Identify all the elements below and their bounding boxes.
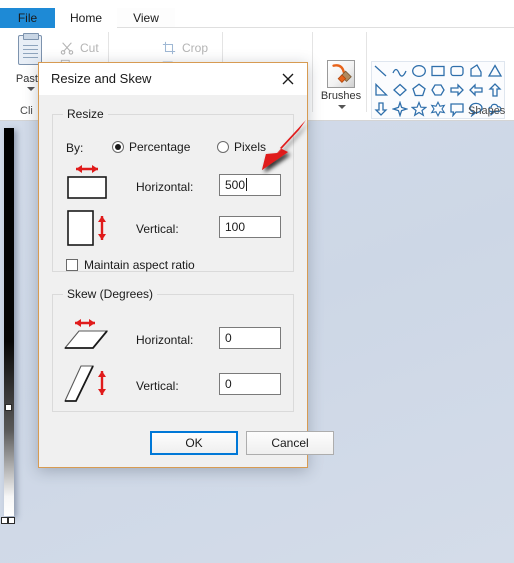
shape-down-arrow[interactable] <box>372 99 391 118</box>
canvas-resize-handle-bottom-right[interactable] <box>8 517 15 524</box>
skew-vertical-label: Vertical: <box>136 379 179 393</box>
tab-view[interactable]: View <box>117 8 175 28</box>
crop-button[interactable]: Crop <box>160 38 226 58</box>
shape-pentagon[interactable] <box>410 81 429 100</box>
annotation-arrow-icon <box>262 120 306 170</box>
shape-rectangle[interactable] <box>429 62 448 81</box>
quick-access-toolbar[interactable]: ⌂ ▾ <box>4 0 21 2</box>
group-label-shapes: Shapes <box>468 105 506 117</box>
shape-polygon[interactable] <box>466 62 485 81</box>
radio-pixels-indicator <box>217 141 229 153</box>
shape-oval[interactable] <box>410 62 429 81</box>
skew-horizontal-icon <box>63 319 109 349</box>
skew-group-legend: Skew (Degrees) <box>67 287 154 301</box>
dialog-title-bar: Resize and Skew <box>39 63 307 95</box>
image-canvas[interactable] <box>4 128 14 516</box>
shape-six-point-star[interactable] <box>429 99 448 118</box>
shape-four-point-star[interactable] <box>391 99 410 118</box>
resize-group-legend: Resize <box>67 107 104 121</box>
group-label-clipboard: Cli <box>20 105 33 117</box>
close-x-glyph <box>282 73 294 85</box>
ok-button[interactable]: OK <box>150 431 238 455</box>
window-title: Untitled - Paint <box>120 0 186 2</box>
tab-home[interactable]: Home <box>55 8 117 28</box>
cut-button[interactable]: Cut <box>58 38 118 58</box>
resize-vertical-input[interactable]: 100 <box>219 216 281 238</box>
by-label: By: <box>66 141 84 155</box>
ribbon-tab-strip: File Home View <box>0 8 514 28</box>
shape-triangle[interactable] <box>485 62 504 81</box>
resize-vertical-value: 100 <box>225 220 246 234</box>
radio-percentage[interactable]: Percentage <box>112 140 190 154</box>
paintbrush-glyph <box>332 64 352 83</box>
shape-hexagon[interactable] <box>429 81 448 100</box>
shape-left-arrow[interactable] <box>466 81 485 100</box>
chevron-down-icon[interactable] <box>338 105 346 109</box>
skew-horizontal-value: 0 <box>225 331 232 345</box>
shape-diamond[interactable] <box>391 81 410 100</box>
skew-horizontal-input[interactable]: 0 <box>219 327 281 349</box>
tab-file[interactable]: File <box>0 8 55 28</box>
maintain-aspect-ratio-label: Maintain aspect ratio <box>84 258 195 272</box>
shape-right-arrow[interactable] <box>447 81 466 100</box>
resize-horizontal-icon <box>67 165 107 199</box>
brushes-label: Brushes <box>320 90 362 102</box>
shape-five-point-star[interactable] <box>410 99 429 118</box>
radio-percentage-label: Percentage <box>129 140 191 154</box>
shape-curve[interactable] <box>391 62 410 81</box>
shape-up-arrow[interactable] <box>485 81 504 100</box>
crop-icon <box>162 41 176 55</box>
close-icon[interactable] <box>275 67 301 91</box>
maintain-aspect-ratio-checkbox[interactable] <box>66 259 78 271</box>
shape-rounded-rectangle[interactable] <box>447 62 466 81</box>
skew-vertical-value: 0 <box>225 377 232 391</box>
clipboard-icon <box>18 33 42 65</box>
brush-icon <box>327 60 355 88</box>
skew-horizontal-label: Horizontal: <box>136 333 194 347</box>
scissors-icon <box>60 42 74 55</box>
radio-percentage-indicator <box>112 141 124 153</box>
canvas-resize-handle-bottom-left[interactable] <box>1 517 8 524</box>
dialog-title: Resize and Skew <box>51 71 152 86</box>
skew-vertical-icon <box>64 365 106 402</box>
resize-vertical-icon <box>67 210 106 246</box>
resize-vertical-label: Vertical: <box>136 222 179 236</box>
window-title-bar: ⌂ ▾ Untitled - Paint <box>0 0 514 8</box>
skew-vertical-input[interactable]: 0 <box>219 373 281 395</box>
cut-label: Cut <box>80 41 99 55</box>
shape-right-triangle[interactable] <box>372 81 391 100</box>
shape-line[interactable] <box>372 62 391 81</box>
shape-rounded-callout[interactable] <box>447 99 466 118</box>
cancel-button[interactable]: Cancel <box>246 431 334 455</box>
crop-label: Crop <box>182 41 209 55</box>
resize-horizontal-label: Horizontal: <box>136 180 194 194</box>
chevron-down-icon[interactable] <box>27 87 35 91</box>
canvas-resize-handle-middle[interactable] <box>5 404 12 411</box>
brushes-button[interactable]: Brushes <box>320 60 362 116</box>
